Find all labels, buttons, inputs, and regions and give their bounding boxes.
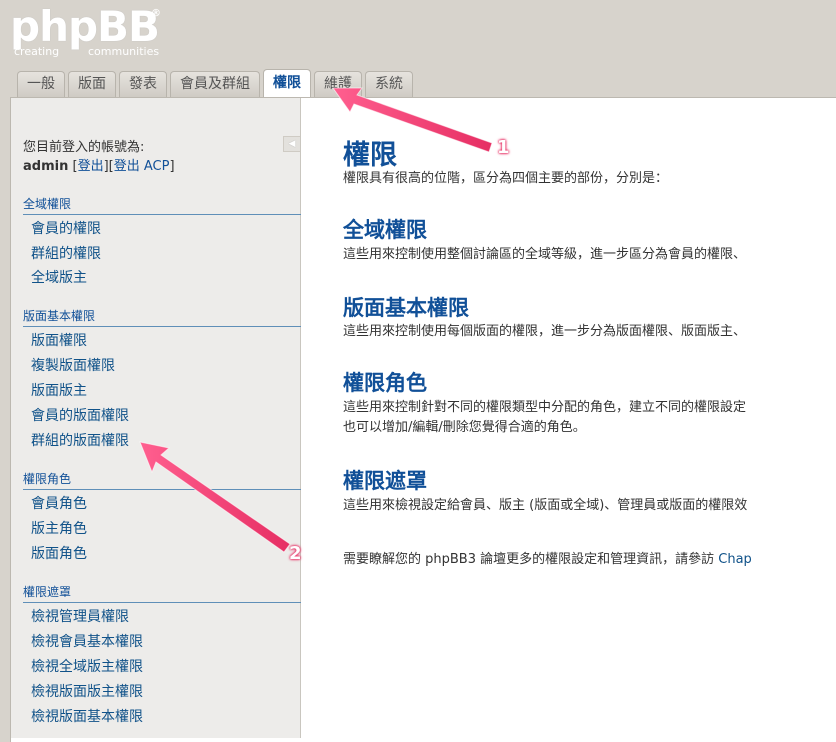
sidebar-item-forum-moderators[interactable]: 版面版主 <box>31 380 87 400</box>
sidebar-item-view-admin-permissions[interactable]: 檢視管理員權限 <box>31 606 129 626</box>
section-text-roles-2: 也可以增加/編輯/刪除您覺得合適的角色。 <box>343 420 586 435</box>
sidebar-item-forum-roles[interactable]: 版面角色 <box>31 543 87 563</box>
sidebar-section-permission-masks: 權限遮罩 <box>23 583 301 603</box>
tab-forums[interactable]: 版面 <box>68 71 116 97</box>
section-heading-masks: 權限遮罩 <box>343 469 427 493</box>
page-title: 權限 <box>343 140 397 171</box>
bracket: ] <box>169 159 175 174</box>
sidebar-section-global-permissions: 全域權限 <box>23 195 301 215</box>
sidebar: ◀ 您目前登入的帳號為: admin [登出][登出 ACP] 全域權限 會員的… <box>11 98 301 738</box>
tab-permissions[interactable]: 權限 <box>263 69 311 97</box>
tab-general[interactable]: 一般 <box>17 71 65 97</box>
sidebar-item-view-user-permissions[interactable]: 檢視會員基本權限 <box>31 631 143 651</box>
logo-tagline-left: creating <box>14 45 60 58</box>
tab-posting[interactable]: 發表 <box>119 71 167 97</box>
phpbb-logo: phpBB ® creating communities <box>8 2 168 62</box>
logo-tagline: creating communities <box>14 45 159 58</box>
sidebar-item-group-permissions[interactable]: 群組的權限 <box>31 243 101 263</box>
sidebar-item-user-roles[interactable]: 會員角色 <box>31 493 87 513</box>
bracket: ][ <box>103 159 114 174</box>
acp-main-panel: ◀ 您目前登入的帳號為: admin [登出][登出 ACP] 全域權限 會員的… <box>10 97 836 742</box>
triangle-left-icon: ◀ <box>288 139 296 149</box>
username: admin <box>23 159 69 174</box>
sidebar-item-group-forum-permissions[interactable]: 群組的版面權限 <box>31 430 129 450</box>
sidebar-item-global-moderators[interactable]: 全域版主 <box>31 267 87 287</box>
logo-tagline-right: communities <box>88 45 160 58</box>
acp-tab-bar: 一般 版面 發表 會員及群組 權限 維護 系統 <box>17 69 416 97</box>
section-text-masks: 這些用來檢視設定給會員、版主 (版面或全域)、管理員或版面的權限效 <box>343 498 748 513</box>
sidebar-collapse-button[interactable]: ◀ <box>283 136 300 152</box>
footer-link[interactable]: Chap <box>718 552 752 567</box>
sidebar-item-view-forum-mod-permissions[interactable]: 檢視版面版主權限 <box>31 681 143 701</box>
section-text-forum: 這些用來控制使用每個版面的權限，進一步分為版面權限、版面版主、 <box>343 324 747 339</box>
section-heading-roles: 權限角色 <box>343 371 427 395</box>
sidebar-section-permission-roles: 權限角色 <box>23 470 301 490</box>
sidebar-item-user-permissions[interactable]: 會員的權限 <box>31 218 101 238</box>
login-label: 您目前登入的帳號為: <box>23 140 145 155</box>
sidebar-item-user-forum-permissions[interactable]: 會員的版面權限 <box>31 405 129 425</box>
section-heading-forum: 版面基本權限 <box>343 296 469 320</box>
sidebar-item-copy-forum-permissions[interactable]: 複製版面權限 <box>31 355 115 375</box>
section-heading-global: 全域權限 <box>343 218 427 242</box>
sidebar-item-view-global-mod-permissions[interactable]: 檢視全域版主權限 <box>31 656 143 676</box>
sidebar-item-forum-permissions[interactable]: 版面權限 <box>31 330 87 350</box>
tab-users-groups[interactable]: 會員及群組 <box>170 71 260 97</box>
logo-wordmark: phpBB <box>10 2 160 51</box>
login-status: admin [登出][登出 ACP] <box>23 155 175 174</box>
logout-link[interactable]: 登出 <box>78 159 104 174</box>
section-text-roles-1: 這些用來控制針對不同的權限類型中分配的角色，建立不同的權限設定 <box>343 400 747 415</box>
sidebar-item-moderator-roles[interactable]: 版主角色 <box>31 518 87 538</box>
intro-text: 權限具有很高的位階，區分為四個主要的部份，分別是： <box>343 171 669 186</box>
annotation-badge-2: 2 <box>289 543 302 564</box>
footer-text: 需要瞭解您的 phpBB3 論壇更多的權限設定和管理資訊，請參訪 <box>343 552 719 567</box>
sidebar-item-view-forum-permissions[interactable]: 檢視版面基本權限 <box>31 706 143 726</box>
tab-system[interactable]: 系統 <box>365 71 413 97</box>
logout-acp-link[interactable]: 登出 ACP <box>114 159 170 174</box>
logo-registered-mark: ® <box>151 8 161 19</box>
sidebar-section-forum-permissions: 版面基本權限 <box>23 307 301 327</box>
annotation-badge-1: 1 <box>497 137 510 158</box>
tab-maintenance[interactable]: 維護 <box>314 71 362 97</box>
footer-note: 需要瞭解您的 phpBB3 論壇更多的權限設定和管理資訊，請參訪 Chap <box>343 550 752 570</box>
section-text-global: 這些用來控制使用整個討論區的全域等級，進一步區分為會員的權限、 <box>343 247 747 262</box>
